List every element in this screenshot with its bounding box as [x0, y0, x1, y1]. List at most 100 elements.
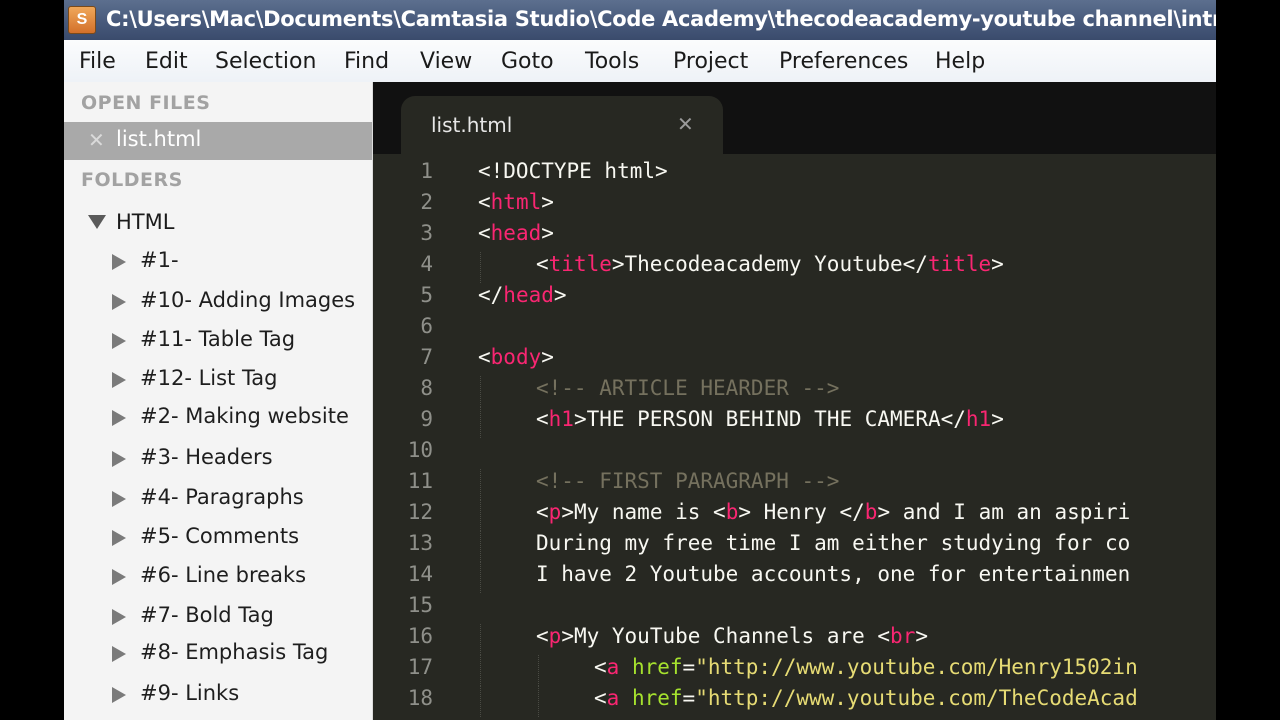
- folder-item[interactable]: #8- Emphasis Tag: [112, 640, 367, 668]
- folder-item[interactable]: #2- Making website: [112, 404, 367, 432]
- code-token: > Henry </: [738, 500, 865, 524]
- collapsed-arrow-icon[interactable]: [112, 569, 126, 585]
- folder-item[interactable]: #7- Bold Tag: [112, 603, 367, 631]
- collapsed-arrow-icon[interactable]: [112, 294, 126, 310]
- collapsed-arrow-icon[interactable]: [112, 372, 126, 388]
- indent-guide: [480, 407, 481, 438]
- folder-item[interactable]: #11- Table Tag: [112, 327, 367, 355]
- code-token: <: [478, 190, 491, 214]
- open-files-heading: OPEN FILES: [81, 92, 211, 114]
- menu-tools[interactable]: Tools: [585, 49, 639, 74]
- code-line[interactable]: 11 <!-- FIRST PARAGRAPH -->: [373, 469, 1216, 500]
- line-number: 15: [407, 593, 433, 617]
- code-token: p: [548, 624, 562, 648]
- title-bar[interactable]: S C:\Users\Mac\Documents\Camtasia Studio…: [64, 0, 1216, 40]
- code-line[interactable]: 18 <a href="http://www.youtube.com/TheCod…: [373, 686, 1216, 717]
- indent-guide: [480, 252, 481, 283]
- code-line[interactable]: 13 During my free time I am either studyi…: [373, 531, 1216, 562]
- code-token: >Thecodeacademy Youtube</: [611, 252, 928, 276]
- folder-item[interactable]: #9- Links: [112, 681, 367, 709]
- collapsed-arrow-icon[interactable]: [112, 410, 126, 426]
- collapsed-arrow-icon[interactable]: [112, 687, 126, 703]
- indent-guide: [538, 686, 539, 717]
- code-text: <!-- FIRST PARAGRAPH -->: [536, 469, 839, 493]
- code-token: <: [478, 345, 491, 369]
- close-file-icon[interactable]: ✕: [88, 128, 105, 152]
- code-token: >: [541, 345, 554, 369]
- folders-heading: FOLDERS: [81, 169, 183, 191]
- code-line[interactable]: 10: [373, 438, 1216, 469]
- code-token: href: [631, 655, 683, 679]
- folder-item[interactable]: #1-: [112, 248, 367, 276]
- expanded-arrow-icon[interactable]: [88, 215, 106, 229]
- code-token: >My name is <: [561, 500, 726, 524]
- code-token: br: [890, 624, 916, 648]
- indent-guide: [480, 655, 481, 686]
- code-token: <: [536, 407, 549, 431]
- code-line[interactable]: 1 <!DOCTYPE html>: [373, 159, 1216, 190]
- code-line[interactable]: 8 <!-- ARTICLE HEARDER -->: [373, 376, 1216, 407]
- tab-list-html[interactable]: list.html ✕: [401, 96, 723, 154]
- collapsed-arrow-icon[interactable]: [112, 609, 126, 625]
- code-text: <h1>THE PERSON BEHIND THE CAMERA</h1>: [536, 407, 1004, 431]
- line-number: 3: [420, 221, 433, 245]
- code-line[interactable]: 17 <a href="http://www.youtube.com/Henry1…: [373, 655, 1216, 686]
- code-token: html: [490, 190, 542, 214]
- menu-selection[interactable]: Selection: [215, 49, 316, 74]
- collapsed-arrow-icon[interactable]: [112, 646, 126, 662]
- menu-file[interactable]: File: [79, 49, 116, 74]
- code-token: =: [682, 655, 696, 679]
- line-number: 7: [420, 345, 433, 369]
- code-line[interactable]: 3 <head>: [373, 221, 1216, 252]
- folder-item[interactable]: #10- Adding Images: [112, 288, 367, 316]
- folder-item[interactable]: #5- Comments: [112, 524, 367, 552]
- code-text: <a href="http://www.youtube.com/TheCodeA…: [594, 686, 1138, 710]
- code-text: <html>: [478, 190, 554, 214]
- code-line[interactable]: 16 <p>My YouTube Channels are <br>: [373, 624, 1216, 655]
- code-line[interactable]: 14 I have 2 Youtube accounts, one for ent…: [373, 562, 1216, 593]
- menu-project[interactable]: Project: [673, 49, 748, 74]
- line-number: 16: [407, 624, 433, 648]
- code-line[interactable]: 2 <html>: [373, 190, 1216, 221]
- code-line[interactable]: 6: [373, 314, 1216, 345]
- code-line[interactable]: 15: [373, 593, 1216, 624]
- menu-preferences[interactable]: Preferences: [779, 49, 908, 74]
- indent-guide: [480, 500, 481, 531]
- code-token: >: [541, 221, 554, 245]
- folder-item[interactable]: #4- Paragraphs: [112, 485, 367, 513]
- folder-item-label: #12- List Tag: [140, 366, 278, 390]
- code-token: title: [927, 252, 992, 276]
- sidebar: OPEN FILES ✕ list.html FOLDERS HTML #1- #…: [64, 82, 373, 720]
- collapsed-arrow-icon[interactable]: [112, 451, 126, 467]
- code-line[interactable]: 9 <h1>THE PERSON BEHIND THE CAMERA</h1>: [373, 407, 1216, 438]
- menu-find[interactable]: Find: [344, 49, 389, 74]
- indent-guide: [480, 376, 481, 407]
- folder-item[interactable]: #6- Line breaks: [112, 563, 367, 591]
- code-line[interactable]: 5 </head>: [373, 283, 1216, 314]
- tab-close-icon[interactable]: ✕: [677, 112, 694, 136]
- code-token: b: [725, 500, 739, 524]
- collapsed-arrow-icon[interactable]: [112, 491, 126, 507]
- menu-goto[interactable]: Goto: [501, 49, 554, 74]
- code-token: <!DOCTYPE html>: [478, 159, 668, 183]
- indent-guide: [480, 469, 481, 500]
- collapsed-arrow-icon[interactable]: [112, 333, 126, 349]
- collapsed-arrow-icon[interactable]: [112, 530, 126, 546]
- menu-edit[interactable]: Edit: [145, 49, 188, 74]
- collapsed-arrow-icon[interactable]: [112, 254, 126, 270]
- code-line[interactable]: 4 <title>Thecodeacademy Youtube</title>: [373, 252, 1216, 283]
- code-line[interactable]: 12 <p>My name is <b> Henry </b> and I am …: [373, 500, 1216, 531]
- menu-view[interactable]: View: [420, 49, 472, 74]
- indent-guide: [480, 686, 481, 717]
- code-token: <: [478, 221, 491, 245]
- code-line[interactable]: 7 <body>: [373, 345, 1216, 376]
- code-token: <: [536, 252, 549, 276]
- window-title: C:\Users\Mac\Documents\Camtasia Studio\C…: [106, 7, 1216, 31]
- folder-item[interactable]: #12- List Tag: [112, 366, 367, 394]
- indent-guide: [480, 624, 481, 655]
- folder-item[interactable]: #3- Headers: [112, 445, 367, 473]
- folder-item-label: #5- Comments: [140, 524, 300, 548]
- code-token: h1: [965, 407, 992, 431]
- menu-help[interactable]: Help: [935, 49, 985, 74]
- open-file-item[interactable]: ✕ list.html: [64, 122, 372, 160]
